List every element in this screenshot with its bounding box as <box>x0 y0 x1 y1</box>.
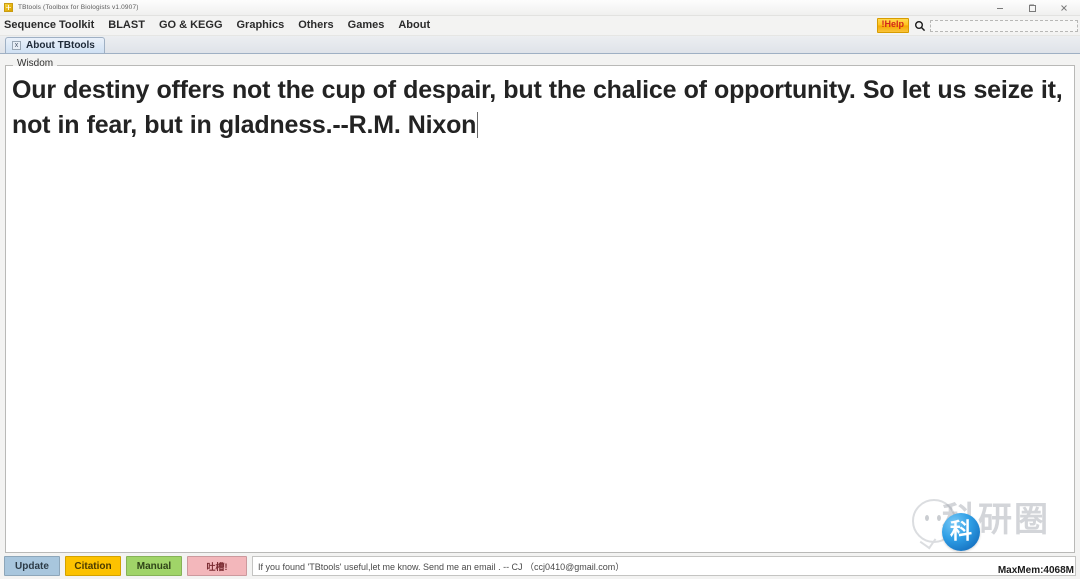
menu-item-sequence-toolkit[interactable]: Sequence Toolkit <box>0 16 101 35</box>
window-controls <box>984 0 1080 15</box>
menu-item-blast[interactable]: BLAST <box>101 16 152 35</box>
tab-strip: x About TBtools <box>0 36 1080 54</box>
help-button[interactable]: !Help <box>876 18 909 33</box>
close-icon[interactable] <box>1048 0 1080 15</box>
status-message: If you found 'TBtools' useful,let me kno… <box>252 556 1076 576</box>
search-input[interactable] <box>930 19 1078 32</box>
application-window: TBtools (Toolbox for Biologists v1.0907)… <box>0 0 1080 579</box>
feedback-button[interactable]: 吐槽! <box>187 556 247 576</box>
minimize-icon[interactable] <box>984 0 1016 15</box>
text-caret <box>477 112 479 138</box>
menu-item-others[interactable]: Others <box>291 16 340 35</box>
menu-item-graphics[interactable]: Graphics <box>230 16 292 35</box>
menu-bar-right-tools: !Help <box>876 16 1078 35</box>
tab-about-tbtools[interactable]: x About TBtools <box>5 37 105 53</box>
bottom-bar: Update Citation Manual 吐槽! If you found … <box>0 553 1080 579</box>
tab-close-icon[interactable]: x <box>12 41 21 50</box>
wisdom-text-area[interactable]: Our destiny offers not the cup of despai… <box>6 66 1074 552</box>
window-title: TBtools (Toolbox for Biologists v1.0907) <box>18 4 139 11</box>
wisdom-text: Our destiny offers not the cup of despai… <box>12 76 1063 139</box>
tbtools-logo-icon <box>4 3 13 12</box>
search-icon[interactable] <box>913 19 926 32</box>
max-memory-label: MaxMem:4068M <box>997 565 1074 576</box>
maximize-icon[interactable] <box>1016 0 1048 15</box>
menu-bar: Sequence Toolkit BLAST GO & KEGG Graphic… <box>0 16 1080 36</box>
menu-item-about[interactable]: About <box>391 16 437 35</box>
title-bar: TBtools (Toolbox for Biologists v1.0907) <box>0 0 1080 16</box>
citation-button[interactable]: Citation <box>65 556 121 576</box>
wisdom-group-panel: Wisdom Our destiny offers not the cup of… <box>5 59 1075 553</box>
menu-item-go-kegg[interactable]: GO & KEGG <box>152 16 230 35</box>
content-area: Wisdom Our destiny offers not the cup of… <box>0 54 1080 553</box>
update-button[interactable]: Update <box>4 556 60 576</box>
menu-item-games[interactable]: Games <box>341 16 392 35</box>
tab-label: About TBtools <box>26 40 95 51</box>
manual-button[interactable]: Manual <box>126 556 182 576</box>
